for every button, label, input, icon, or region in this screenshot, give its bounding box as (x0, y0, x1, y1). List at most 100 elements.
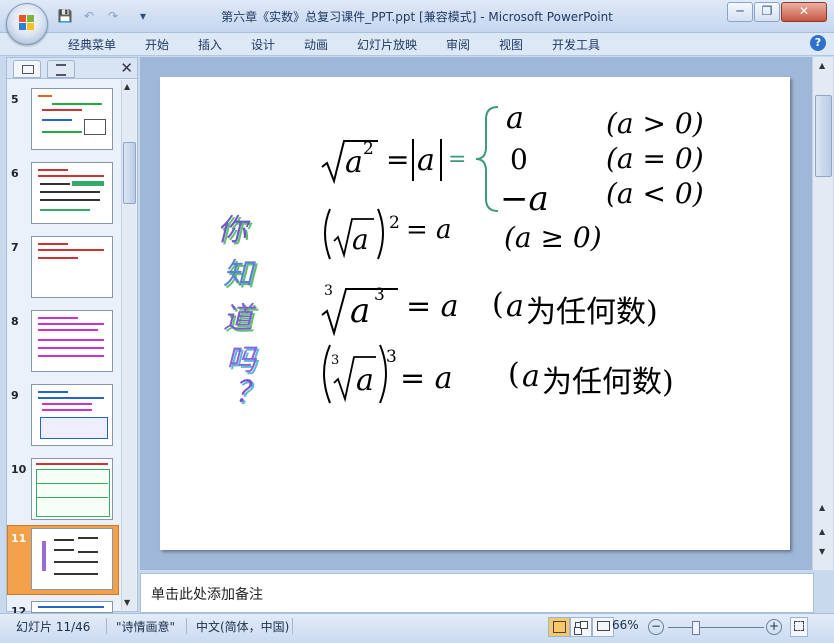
outline-tab[interactable] (47, 60, 75, 78)
office-button[interactable] (6, 3, 48, 45)
restore-button[interactable]: ❐ (754, 2, 780, 22)
slide-number: 5 (11, 93, 19, 106)
zoom-out-button[interactable]: − (648, 619, 664, 635)
help-icon[interactable]: ? (810, 35, 826, 51)
tab-classic-menu[interactable]: 经典菜单 (68, 36, 116, 53)
notes-placeholder[interactable]: 单击此处添加备注 (151, 584, 263, 604)
case-condition: (a < 0) (606, 177, 704, 210)
prev-slide-icon[interactable]: ▲ (819, 527, 825, 536)
slide-sorter-icon (575, 622, 581, 628)
math-exponent: 3 (386, 347, 397, 367)
row-condition-open: ( (492, 287, 504, 322)
slide-thumbnail-9[interactable] (31, 384, 113, 446)
ribbon-tabs: 经典菜单 开始 插入 设计 动画 幻灯片放映 审阅 视图 开发工具 ? (0, 33, 834, 56)
slide-sorter-button[interactable] (570, 617, 592, 637)
slide-canvas[interactable]: 你 知 道 吗 ？ a 2 = a = a 0 −a (a > 0) (a = … (160, 77, 790, 550)
office-logo-icon (19, 15, 35, 31)
slide-thumbnail-5[interactable] (31, 88, 113, 150)
math-equals: = (448, 147, 467, 172)
cases-brace (475, 106, 499, 212)
tab-slideshow[interactable]: 幻灯片放映 (357, 36, 417, 53)
slide-thumbnail-10[interactable] (31, 458, 113, 520)
tab-insert[interactable]: 插入 (198, 36, 222, 53)
case-condition: (a > 0) (606, 107, 704, 140)
radical-index: 3 (324, 283, 333, 299)
slide-number: 7 (11, 241, 19, 254)
math-var: a (345, 145, 363, 180)
normal-view-button[interactable] (548, 617, 570, 637)
slide-counter: 幻灯片 11/46 (16, 620, 91, 634)
slide-thumbnail-6[interactable] (31, 162, 113, 224)
math-var: a (417, 143, 435, 178)
scroll-down-icon[interactable]: ▲ (819, 503, 825, 512)
math-result: = a (400, 361, 453, 396)
divider (106, 618, 107, 634)
row-condition: (a ≥ 0) (504, 221, 602, 254)
zoom-slider-track[interactable] (668, 627, 764, 628)
slideshow-view-icon (597, 621, 610, 631)
notes-pane[interactable]: 单击此处添加备注 (140, 573, 814, 613)
slide-number: 11 (11, 532, 27, 545)
tab-design[interactable]: 设计 (251, 36, 275, 53)
math-var: a (352, 223, 369, 256)
math-exponent: 2 (363, 139, 374, 159)
status-bar: 幻灯片 11/46 "诗情画意" 中文(简体，中国) 66% − + (0, 613, 834, 643)
tab-home[interactable]: 开始 (145, 36, 169, 53)
slide-number: 9 (11, 389, 19, 402)
slide-thumbnail-11[interactable] (31, 528, 113, 590)
math-exponent: 3 (374, 285, 385, 305)
tab-view[interactable]: 视图 (499, 36, 523, 53)
tab-animation[interactable]: 动画 (304, 36, 328, 53)
slideshow-view-button[interactable] (592, 617, 614, 637)
zoom-slider-thumb[interactable] (692, 621, 700, 635)
slide-thumbnail-12[interactable] (31, 601, 113, 613)
decor-char: 你 (217, 213, 247, 248)
math-result: = a (406, 215, 452, 245)
slide-editing-area: 你 知 道 吗 ？ a 2 = a = a 0 −a (a > 0) (a = … (140, 57, 812, 570)
decor-char: 道 (223, 301, 253, 336)
row-condition-text: 为任何数) (542, 365, 674, 400)
slide-number: 6 (11, 167, 19, 180)
scrollbar-thumb[interactable] (123, 142, 136, 204)
case-condition: (a = 0) (606, 142, 704, 175)
close-button[interactable]: ✕ (781, 2, 827, 22)
math-exponent: 2 (389, 213, 400, 233)
slides-tab[interactable] (13, 60, 41, 78)
case-value: a (506, 101, 524, 136)
slide-number: 10 (11, 463, 27, 476)
outline-tab-icon (56, 64, 66, 76)
zoom-in-button[interactable]: + (766, 619, 782, 635)
window-title: 第六章《实数》总复习课件_PPT.ppt [兼容模式] - Microsoft … (221, 10, 613, 24)
scroll-up-icon[interactable]: ▲ (819, 61, 825, 70)
slide-scrollbar[interactable]: ▲ ▲ ▲ ▼ (812, 57, 833, 570)
decor-char: ？ (234, 375, 264, 410)
fit-to-window-button[interactable] (790, 617, 808, 637)
thumbnails-scrollbar[interactable]: ▲ ▼ (121, 80, 136, 610)
minimize-button[interactable]: ─ (727, 2, 753, 22)
close-panel-icon[interactable]: ✕ (120, 58, 133, 78)
math-equals: = (386, 143, 410, 176)
slide-thumbnail-7[interactable] (31, 236, 113, 298)
row-condition-text: 为任何数) (526, 295, 658, 330)
slide-number: 8 (11, 315, 19, 328)
row-condition-var: a (506, 289, 524, 324)
zoom-level[interactable]: 66% (612, 618, 639, 632)
decor-char: 知 (223, 257, 253, 292)
scroll-up-icon[interactable]: ▲ (124, 82, 130, 91)
normal-view-icon (553, 621, 566, 633)
slide-thumbnail-8[interactable] (31, 310, 113, 372)
title-bar: 💾 ↶ ↷ ▾ 第六章《实数》总复习课件_PPT.ppt [兼容模式] - Mi… (0, 0, 834, 33)
row-condition-var: a (522, 359, 540, 394)
math-var: a (356, 363, 374, 398)
language[interactable]: 中文(简体，中国) (196, 618, 289, 635)
scrollbar-thumb[interactable] (815, 95, 832, 177)
fit-window-icon (794, 621, 804, 631)
next-slide-icon[interactable]: ▼ (819, 547, 825, 556)
divider (186, 618, 187, 634)
tab-review[interactable]: 审阅 (446, 36, 470, 53)
theme-name: "诗情画意" (116, 620, 176, 634)
case-value: −a (500, 179, 549, 219)
tab-developer[interactable]: 开发工具 (552, 36, 600, 53)
scroll-down-icon[interactable]: ▼ (124, 598, 130, 607)
row-condition-open: ( (508, 357, 520, 392)
